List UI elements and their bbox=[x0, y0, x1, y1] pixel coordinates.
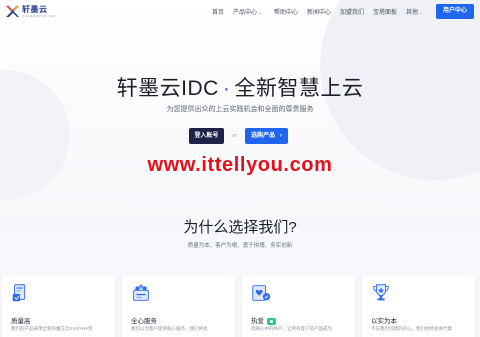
hero-title: 轩墨云IDC · 全新智慧上云 bbox=[0, 72, 480, 102]
site-logo[interactable]: 轩墨云 XUANMOYUN IDC bbox=[5, 3, 55, 21]
nav-label: 加盟我们 bbox=[340, 10, 365, 16]
nav-join[interactable]: 加盟我们 bbox=[340, 7, 364, 16]
section-title: 为什么选择我们? bbox=[183, 219, 297, 236]
watermark-text: www.ittellyou.com bbox=[147, 154, 333, 176]
buy-product-label: 选购产品 bbox=[251, 133, 276, 139]
feature-card-quality[interactable]: 质量高 我们的产品采用全新的魔方云KVM+HV架 bbox=[2, 275, 115, 337]
chevron-down-icon: ⌄ bbox=[419, 10, 424, 16]
nav-label: 帮助中心 bbox=[274, 10, 299, 16]
card-description: 不忘我们创建的初心，我们始终会进行着 bbox=[371, 326, 452, 331]
feature-card-passion[interactable]: 热爱 选择心中的共产，让所有客户及产品成为 bbox=[242, 275, 355, 337]
card-title: 全心服务 bbox=[131, 318, 157, 325]
nav-label: 首页 bbox=[212, 10, 225, 16]
nav-label: 新闻中心 bbox=[307, 10, 332, 16]
device-quality-icon bbox=[12, 284, 26, 302]
nav-label: 宝塔面板 bbox=[373, 10, 398, 16]
chevron-right-icon: › bbox=[279, 133, 282, 139]
hero-title-right: 全新智慧上云 bbox=[234, 77, 364, 100]
heart-shield-icon bbox=[252, 285, 271, 301]
hero-title-left: 轩墨云IDC bbox=[116, 77, 219, 100]
feature-card-pragmatic[interactable]: 以实为本 不忘我们创建的初心，我们始终会进行着 bbox=[362, 275, 475, 337]
card-title: 以实为本 bbox=[371, 318, 397, 325]
logo-subtitle: XUANMOYUN IDC bbox=[22, 14, 56, 18]
logo-x-icon bbox=[5, 5, 20, 18]
card-title: 质量高 bbox=[11, 318, 31, 325]
login-button[interactable]: 登入账号 bbox=[189, 128, 224, 144]
nav-products[interactable]: 产品中心⌄ bbox=[233, 7, 262, 16]
nav-label: 产品中心 bbox=[233, 10, 258, 16]
top-header: 轩墨云 XUANMOYUN IDC 首页 产品中心⌄ 帮助中心 新闻中心 加盟我… bbox=[0, 0, 480, 24]
tag-badge-icon bbox=[267, 317, 276, 325]
hero-title-dot: · bbox=[222, 77, 231, 100]
nav-bt-panel[interactable]: 宝塔面板 bbox=[373, 7, 397, 16]
card-description: 选择心中的共产，让所有客户及产品成为 bbox=[251, 326, 332, 331]
card-title-text: 热爱 bbox=[251, 318, 264, 325]
nav-home[interactable]: 首页 bbox=[212, 7, 224, 16]
nav-news[interactable]: 新闻中心 bbox=[307, 7, 331, 16]
card-description: 我们的产品采用全新的魔方云KVM+HV架 bbox=[11, 326, 93, 331]
hero-background bbox=[0, 0, 480, 230]
or-separator: or bbox=[232, 133, 237, 139]
nav-label: 其他 bbox=[406, 10, 419, 16]
card-description: 我们以为客户提供贴心服务，我们将会 bbox=[131, 326, 208, 331]
buy-product-button[interactable]: 选购产品 › bbox=[245, 128, 288, 144]
service-team-icon bbox=[133, 284, 149, 301]
card-title: 热爱 bbox=[251, 315, 276, 325]
nav-other[interactable]: 其他⌄ bbox=[406, 7, 423, 16]
hero-subtitle: 为您提供出众的上云实践机会和全面的尊贵服务 bbox=[166, 106, 314, 113]
section-subtitle: 质量为本、客户为根、勇于拼搏、务实创新 bbox=[187, 243, 293, 249]
user-center-button[interactable]: 用户中心 bbox=[436, 4, 474, 19]
chevron-down-icon: ⌄ bbox=[258, 10, 263, 16]
feature-card-service[interactable]: 全心服务 我们以为客户提供贴心服务，我们将会 bbox=[122, 275, 235, 337]
trophy-icon bbox=[373, 284, 389, 301]
nav-help[interactable]: 帮助中心 bbox=[274, 7, 298, 16]
